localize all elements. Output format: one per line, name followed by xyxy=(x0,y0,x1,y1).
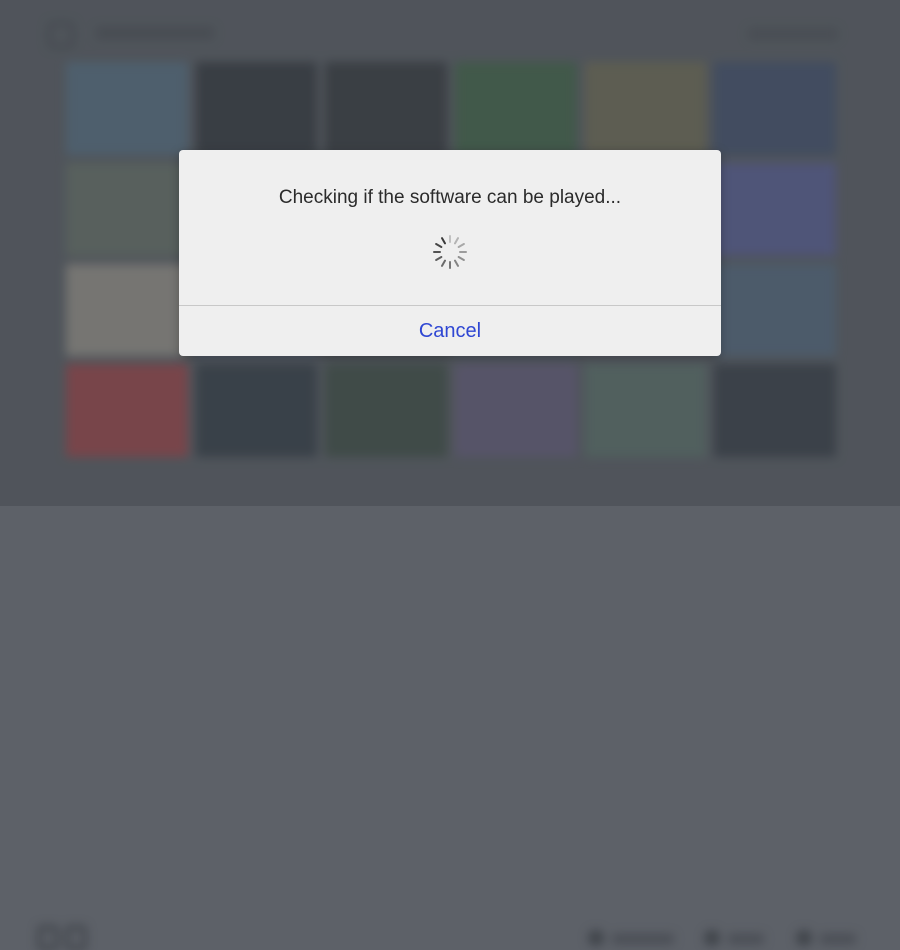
hint-button-icon xyxy=(704,930,720,946)
spinner-tick xyxy=(457,243,465,248)
blurred-hint xyxy=(728,934,764,944)
cancel-button[interactable]: Cancel xyxy=(179,306,721,356)
spinner-tick xyxy=(435,256,443,261)
hint-button-icon xyxy=(588,930,604,946)
spinner-tick xyxy=(457,256,465,261)
dialog-message: Checking if the software can be played..… xyxy=(278,187,622,208)
spinner-tick xyxy=(435,243,443,248)
loading-spinner-icon xyxy=(433,235,467,269)
hint-button-icon xyxy=(796,930,812,946)
blurred-hint xyxy=(612,934,674,944)
loading-dialog: Checking if the software can be played..… xyxy=(179,150,721,356)
spinner-tick xyxy=(441,259,446,267)
spinner-tick xyxy=(454,259,459,267)
spinner-tick xyxy=(441,237,446,245)
spinner-tick xyxy=(454,237,459,245)
blurred-hint xyxy=(820,934,856,944)
joycon-icon xyxy=(38,926,88,950)
